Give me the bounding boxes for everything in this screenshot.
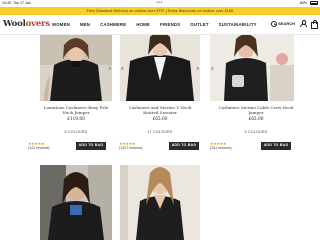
menu-item-men[interactable]: MEN <box>80 22 90 27</box>
product-image-4[interactable] <box>40 165 112 240</box>
battery-icon <box>310 1 318 5</box>
product-rating-3[interactable]: ★★★★★ (251 reviews) <box>210 141 232 150</box>
chevron-right-icon[interactable]: › <box>196 64 199 73</box>
status-time: 10:49 Tue 17 Jan <box>2 1 31 5</box>
bag-icon[interactable] <box>311 20 319 29</box>
product-image-2[interactable]: ‹ › <box>120 35 200 101</box>
add-to-bag-button-1[interactable]: ADD TO BAG <box>76 142 106 150</box>
main-menu: WOMEN MEN CASHMERE HOME FRIENDS OUTLET S… <box>52 22 257 27</box>
review-count: (122 reviews) <box>28 146 50 150</box>
site-logo[interactable]: Woolovers <box>3 19 50 29</box>
account-icon[interactable] <box>300 20 308 28</box>
product-image-3[interactable]: ‹ <box>210 35 294 101</box>
menu-item-women[interactable]: WOMEN <box>52 22 70 27</box>
search-button[interactable]: SEARCH <box>270 20 295 27</box>
search-label: SEARCH <box>278 21 295 26</box>
product-name-3[interactable]: Cashmere Merino Cable Crew Neck Jumper <box>200 105 312 115</box>
product-photo-5 <box>120 165 200 240</box>
promo-text: Free Standard Delivery on orders over £7… <box>86 9 234 13</box>
multitask-dots[interactable]: ••• <box>156 0 163 6</box>
review-count: (251 reviews) <box>210 146 232 150</box>
product-rating-1[interactable]: ★★★★★ (122 reviews) <box>28 141 50 150</box>
product-name-2[interactable]: Cashmere and Merino V Neck Knitted Sweate… <box>108 105 212 115</box>
product-price-2: £65.00 <box>152 117 168 122</box>
product-photo-4 <box>40 165 112 240</box>
menu-item-outlet[interactable]: OUTLET <box>190 22 208 27</box>
promo-banner[interactable]: Free Standard Delivery on orders over £7… <box>0 7 320 15</box>
product-image-1[interactable]: › <box>40 35 112 101</box>
product-colours-3[interactable]: 9 COLOURS <box>200 130 312 134</box>
status-bar: 10:49 Tue 17 Jan ••• 80% <box>0 0 320 7</box>
product-price-3: £65.00 <box>248 117 264 122</box>
chevron-left-icon[interactable]: ‹ <box>211 64 214 73</box>
product-colours-2[interactable]: 17 COLOURS <box>108 130 212 134</box>
site-header: Woolovers WOMEN MEN CASHMERE HOME FRIEND… <box>0 15 320 35</box>
battery-percent: 80% <box>299 1 307 5</box>
menu-item-sustainability[interactable]: SUSTAINABILITY <box>219 22 257 27</box>
product-image-5[interactable] <box>120 165 200 240</box>
menu-item-home[interactable]: HOME <box>136 22 150 27</box>
review-count: (1327 reviews) <box>119 146 143 150</box>
search-icon <box>270 20 277 27</box>
chevron-right-icon[interactable]: › <box>108 64 111 73</box>
menu-item-cashmere[interactable]: CASHMERE <box>100 22 126 27</box>
header-actions: SEARCH <box>270 20 319 29</box>
menu-item-friends[interactable]: FRIENDS <box>160 22 180 27</box>
chevron-left-icon[interactable]: ‹ <box>121 64 124 73</box>
product-photo-2 <box>120 35 200 101</box>
status-right: 80% <box>300 1 318 5</box>
add-to-bag-button-2[interactable]: ADD TO BAG <box>169 142 199 150</box>
product-photo-1 <box>40 35 112 101</box>
add-to-bag-button-3[interactable]: ADD TO BAG <box>261 142 291 150</box>
product-rating-2[interactable]: ★★★★★ (1327 reviews) <box>119 141 143 150</box>
product-photo-3 <box>210 35 294 101</box>
